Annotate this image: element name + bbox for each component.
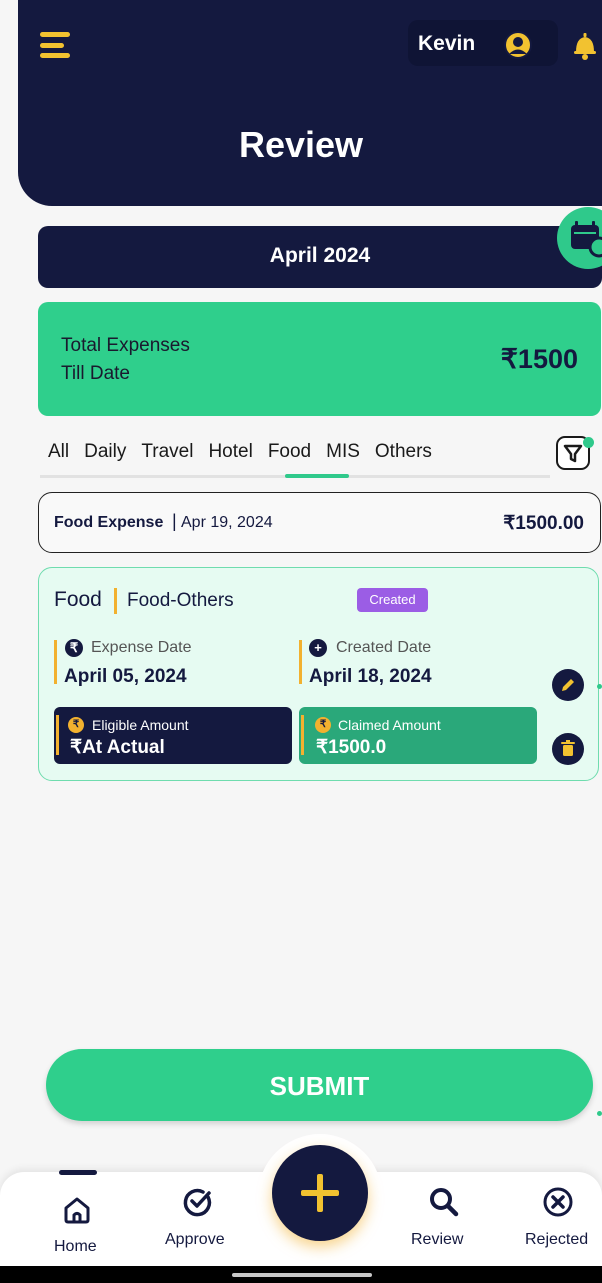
nav-rejected-label[interactable]: Rejected (525, 1231, 588, 1249)
user-name: Kevin (418, 32, 476, 55)
expense-date-accent (54, 640, 57, 684)
search-icon[interactable] (427, 1185, 461, 1219)
add-expense-button[interactable] (272, 1145, 368, 1241)
expense-date: Apr 19, 2024 (181, 514, 273, 531)
tab-all[interactable]: All (48, 441, 69, 471)
eligible-amount-label: Eligible Amount (92, 717, 189, 733)
nav-home-label[interactable]: Home (54, 1238, 97, 1256)
plus-icon (301, 1174, 339, 1212)
page-title: Review (238, 124, 364, 165)
status-badge: Created (357, 588, 428, 612)
expense-date-value: April 05, 2024 (64, 666, 187, 687)
coin-icon: ₹ (68, 717, 84, 733)
total-expenses-sublabel: Till Date (61, 363, 130, 384)
tab-daily[interactable]: Daily (84, 441, 126, 471)
submit-label: SUBMIT (269, 1071, 370, 1101)
eligible-amount-value: ₹At Actual (70, 737, 165, 758)
delete-button[interactable] (552, 733, 584, 765)
nav-approve-label[interactable]: Approve (165, 1231, 225, 1249)
month-label: April 2024 (269, 244, 371, 267)
tab-hotel[interactable]: Hotel (208, 441, 252, 471)
claimed-amount-value: ₹1500.0 (316, 737, 387, 758)
tab-mis[interactable]: MIS (326, 441, 360, 471)
approve-check-icon[interactable] (181, 1185, 215, 1219)
created-date-accent (299, 640, 302, 684)
total-expenses-amount: ₹1500 (500, 344, 578, 374)
tab-active-indicator (285, 474, 349, 478)
rupee-icon: ₹ (65, 639, 83, 657)
expense-amount: ₹1500.00 (503, 513, 584, 534)
edge-indicator-dot (597, 684, 602, 689)
tab-food[interactable]: Food (268, 441, 311, 471)
home-indicator[interactable] (232, 1273, 372, 1277)
plus-circle-icon: + (309, 639, 327, 657)
bell-icon[interactable] (568, 28, 602, 62)
expense-category: Food (54, 588, 102, 611)
expense-date-label: Expense Date (91, 639, 192, 656)
tab-others[interactable]: Others (375, 441, 432, 471)
delete-icon (561, 740, 575, 756)
home-active-indicator (59, 1170, 97, 1175)
category-divider (114, 588, 117, 614)
edge-indicator-dot (597, 1111, 602, 1116)
edit-button[interactable] (552, 669, 584, 701)
created-date-value: April 18, 2024 (309, 666, 432, 687)
calendar-button[interactable] (557, 207, 602, 269)
coin-icon: ₹ (315, 717, 331, 733)
tab-travel[interactable]: Travel (141, 441, 193, 471)
claimed-amount-accent (301, 715, 304, 755)
expense-subcategory: Food-Others (127, 590, 234, 611)
header-left-gap (0, 0, 18, 206)
expense-type: Food Expense (54, 514, 164, 531)
category-tabs: All Daily Travel Hotel Food MIS Others (48, 441, 447, 471)
nav-review-label[interactable]: Review (411, 1231, 463, 1249)
rejected-x-icon[interactable] (541, 1185, 575, 1219)
filter-active-dot (583, 437, 594, 448)
eligible-amount-accent (56, 715, 59, 755)
total-expenses-label: Total Expenses (61, 335, 190, 356)
home-icon[interactable] (60, 1193, 94, 1227)
user-circle-icon[interactable] (503, 30, 533, 60)
menu-icon[interactable] (40, 32, 70, 58)
edit-icon (562, 679, 574, 691)
created-date-label: Created Date (336, 639, 432, 656)
expense-separator: | (172, 511, 177, 531)
claimed-amount-label: Claimed Amount (338, 717, 441, 733)
calendar-icon (571, 221, 602, 258)
